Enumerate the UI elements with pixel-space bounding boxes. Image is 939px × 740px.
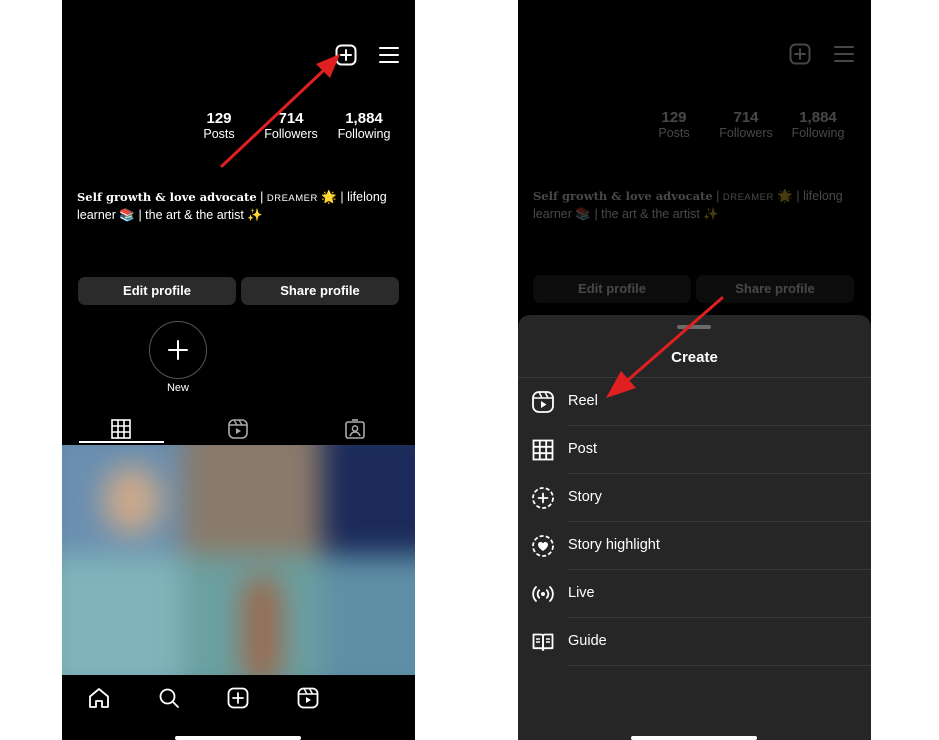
grid-icon [111, 419, 131, 439]
nav-create[interactable] [227, 687, 249, 709]
tab-tagged[interactable] [345, 419, 365, 439]
posts-grid[interactable] [62, 445, 415, 675]
plus-icon [168, 340, 188, 360]
guide-icon [532, 633, 554, 651]
home-indicator [175, 736, 301, 740]
tagged-icon [345, 419, 365, 439]
menu-item-label: Guide [568, 633, 607, 649]
annotation-arrow [606, 296, 724, 398]
highlight-icon [532, 535, 554, 557]
share-profile-button[interactable]: Share profile [241, 277, 399, 305]
bio-line2-mid: | the art & the artist [138, 208, 244, 222]
nav-home[interactable] [88, 687, 110, 709]
menu-item-label: Story [568, 489, 602, 505]
story-add-icon [532, 487, 554, 509]
tab-posts-grid[interactable] [111, 419, 131, 439]
nav-reels[interactable] [297, 687, 319, 709]
home-icon [89, 688, 109, 708]
menu-item-guide[interactable]: Guide [518, 618, 871, 666]
profile-screen: 129 Posts 714 Followers 1,884 Following … [62, 0, 415, 740]
menu-item-label: Story highlight [568, 537, 660, 553]
search-icon [159, 688, 179, 708]
menu-item-label: Post [568, 441, 598, 457]
grid-icon [532, 439, 554, 461]
edit-profile-button[interactable]: Edit profile [78, 277, 236, 305]
bio-line-2: learner 📚 | the art & the artist ✨ [77, 207, 397, 223]
nav-search[interactable] [158, 687, 180, 709]
bio-line2-start: learner [77, 208, 116, 222]
reels-icon [297, 687, 319, 709]
live-icon [532, 586, 554, 602]
bio-books-emoji: 📚 [115, 208, 139, 222]
menu-item-story-highlight[interactable]: Story highlight [518, 522, 871, 570]
menu-item-story[interactable]: Story [518, 474, 871, 522]
menu-item-post[interactable]: Post [518, 426, 871, 474]
row-divider [568, 665, 871, 666]
menu-item-live[interactable]: Live [518, 570, 871, 618]
menu-item-label: Live [568, 585, 595, 601]
plus-square-icon [227, 687, 249, 709]
create-menu-screen: 129 Posts 714 Followers 1,884 Following … [518, 0, 871, 740]
annotation-arrow [220, 54, 340, 168]
tab-reels[interactable] [228, 419, 248, 439]
home-indicator [631, 736, 757, 740]
new-highlight-button[interactable] [149, 321, 207, 379]
reels-icon [228, 419, 248, 439]
active-tab-indicator [79, 441, 164, 443]
new-highlight-label: New [166, 382, 189, 394]
bio-sparkle-emoji: ✨ [243, 208, 263, 222]
